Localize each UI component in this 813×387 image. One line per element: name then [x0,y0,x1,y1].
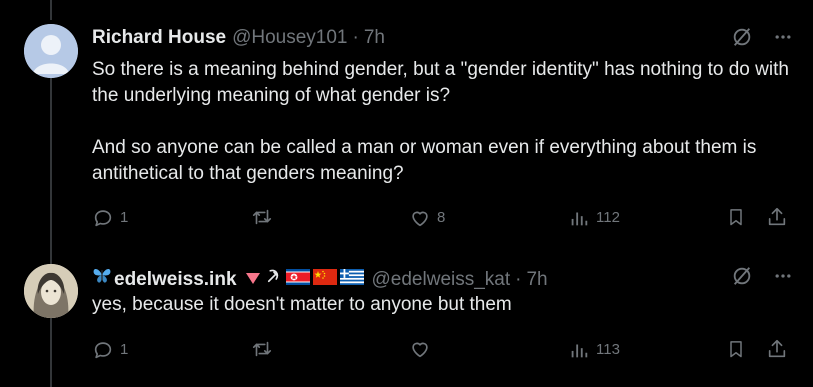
separator: · [352,27,359,48]
like-icon [412,342,428,358]
default-avatar-icon [24,24,78,78]
bookmark-icon [730,209,742,226]
reply-count: 1 [120,341,129,358]
avatar[interactable] [24,24,78,78]
red-triangle-icon [245,273,260,284]
reply-button[interactable]: 1 [92,206,128,230]
post-top-actions [731,265,793,287]
action-bar: 1 113 [92,338,792,362]
share-button[interactable] [766,206,788,228]
china-flag-icon [312,269,337,285]
share-icon [768,339,786,358]
views-count: 112 [596,209,620,226]
like-count: 8 [437,209,446,226]
bookmark-icon [730,341,742,358]
like-icon [412,211,428,227]
reply-icon [94,210,112,227]
author-handle[interactable]: @edelweiss_kat [372,268,511,292]
post-top-actions [731,26,793,48]
views-button[interactable]: 112 [568,206,620,230]
artwork-avatar-icon [24,264,78,318]
north-korea-flag-icon [285,269,310,285]
views-button[interactable]: 113 [568,338,620,362]
separator: · [515,269,522,290]
share-icon [768,207,786,226]
grok-icon[interactable] [731,265,753,287]
action-bar: 1 8 112 [92,206,792,230]
post-text: yes, because it doesn't matter to anyone… [92,294,512,315]
reply-button[interactable]: 1 [92,338,128,362]
author-handle[interactable]: @Housey101 [232,26,347,50]
views-icon [571,212,588,226]
post-text: So there is a meaning behind gender, but… [92,59,789,184]
butterfly-icon [93,269,111,283]
grok-icon[interactable] [731,26,753,48]
views-icon [571,344,588,358]
reply-icon [94,342,112,359]
repost-icon [252,209,272,225]
timestamp[interactable]: 7h [364,26,385,50]
bookmark-button[interactable] [726,338,746,360]
greece-flag-icon [339,269,364,285]
like-button[interactable] [409,338,437,360]
author-name[interactable]: Richard House [92,26,226,50]
hammer-sickle-icon [267,269,278,283]
repost-button[interactable] [250,206,280,228]
repost-icon [252,341,272,357]
more-icon[interactable] [773,27,793,47]
avatar[interactable] [24,264,78,318]
views-count: 113 [596,341,620,358]
share-button[interactable] [766,338,788,360]
bookmark-button[interactable] [726,206,746,228]
post-1[interactable]: Richard House @Housey101 · 7h So there i… [0,0,813,250]
more-icon[interactable] [773,266,793,286]
repost-button[interactable] [250,338,280,360]
timestamp[interactable]: 7h [526,268,547,292]
post-header: edelweiss.ink @edelweiss_kat · 7h [92,265,548,292]
post-header: Richard House @Housey101 · 7h [92,26,385,50]
post-2[interactable]: edelweiss.ink @edelweiss_kat · 7h yes, b… [0,250,813,387]
author-name[interactable]: edelweiss.ink [114,268,237,292]
reply-count: 1 [120,209,129,226]
like-button[interactable]: 8 [409,206,445,230]
